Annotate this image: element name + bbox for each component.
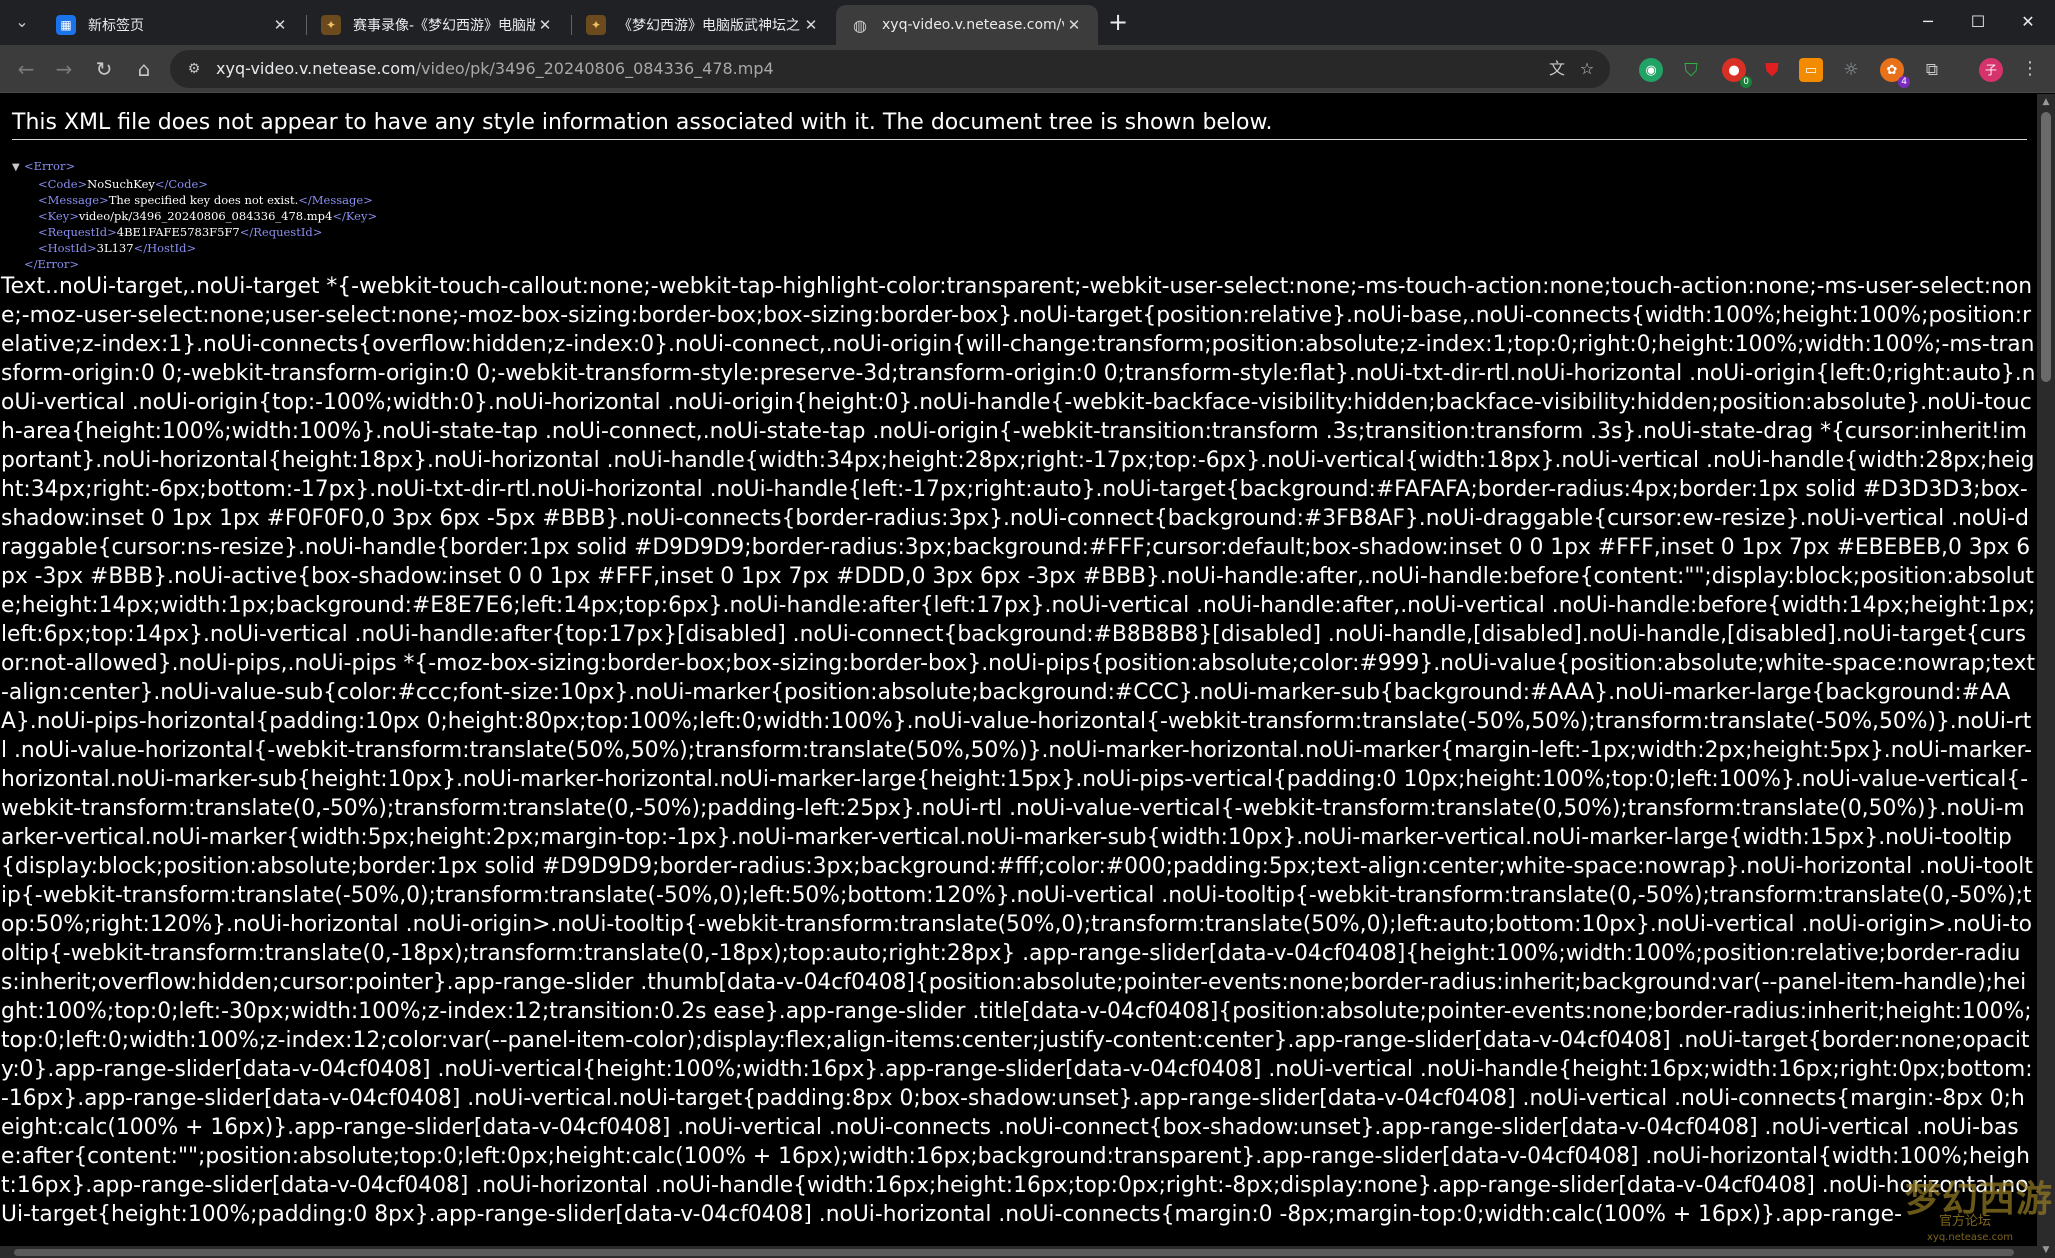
browser-toolbar: ← → ↻ ⌂ ⚙ xyq-video.v.netease.com/video/…	[0, 45, 2055, 93]
puzzle-icon[interactable]: ⧉	[1920, 58, 1944, 82]
adblock-extension-icon[interactable]: ⛊	[1760, 58, 1784, 82]
vertical-scroll-thumb[interactable]	[2041, 112, 2051, 382]
page-content: This XML file does not appear to have an…	[0, 94, 2037, 1258]
shield-extension-icon[interactable]: ⛉	[1679, 58, 1703, 82]
xml-node-message: <Message>The specified key does not exis…	[38, 193, 373, 207]
extension-badge: 0	[1740, 76, 1752, 88]
watermark-url: xyq.netease.com	[1927, 1232, 2013, 1243]
tab-title: 《梦幻西游》电脑版武神坛之战	[618, 18, 801, 34]
menghuan-icon: ✦	[586, 15, 606, 35]
close-icon[interactable]: ✕	[535, 15, 555, 35]
injected-css-text: Text..noUi-target,.noUi-target *{-webkit…	[1, 274, 2036, 1227]
tab-new-tab[interactable]: ▦ 新标签页 ✕	[42, 5, 304, 45]
watermark-subtitle: 官方论坛	[1939, 1214, 1992, 1229]
xml-document-tree: ▼ <Error> <Code>NoSuchKey</Code> <Message…	[12, 158, 377, 272]
more-menu-icon[interactable]: ⋮	[2020, 57, 2040, 81]
close-icon[interactable]: ✕	[1064, 15, 1084, 35]
forward-icon[interactable]: →	[50, 57, 78, 81]
url-host: xyq-video.v.netease.com	[216, 59, 416, 78]
tab-wushentan[interactable]: ✦ 《梦幻西游》电脑版武神坛之战 ✕	[572, 5, 835, 45]
orange-extension-icon[interactable]: ▭	[1799, 58, 1823, 82]
address-bar-url[interactable]: xyq-video.v.netease.com/video/pk/3496_20…	[216, 50, 774, 88]
new-tab-button[interactable]: +	[1103, 10, 1133, 36]
new-tab-icon: ▦	[56, 15, 76, 35]
scroll-down-icon[interactable]: ▼	[2037, 1242, 2055, 1258]
vertical-scrollbar[interactable]: ▲ ▼	[2037, 94, 2055, 1258]
tab-title: 赛事录像-《梦幻西游》电脑版	[353, 18, 535, 34]
window-close-icon[interactable]: ✕	[2008, 8, 2048, 36]
globe-icon: ◍	[853, 15, 867, 35]
bulb-extension-icon[interactable]: ☼	[1839, 58, 1863, 82]
xml-node-key: <Key>video/pk/3496_20240806_084336_478.m…	[38, 209, 378, 223]
url-path: /video/pk/3496_20240806_084336_478.mp4	[415, 59, 774, 78]
forum-watermark: 梦幻西游 官方论坛 xyq.netease.com	[1905, 1170, 2052, 1254]
horizontal-scrollbar[interactable]	[0, 1246, 2037, 1258]
home-icon[interactable]: ⌂	[130, 57, 158, 81]
minimize-icon[interactable]: ─	[1908, 8, 1948, 36]
tab-match-replay[interactable]: ✦ 赛事录像-《梦幻西游》电脑版 ✕	[307, 5, 569, 45]
reload-icon[interactable]: ↻	[90, 57, 118, 81]
translate-icon[interactable]: 文	[1546, 59, 1568, 79]
scroll-up-icon[interactable]: ▲	[2037, 94, 2055, 110]
maximize-icon[interactable]: ☐	[1958, 8, 1998, 36]
tab-search-chevron-icon[interactable]: ⌄	[8, 10, 36, 34]
xml-style-notice: This XML file does not appear to have an…	[12, 110, 2027, 140]
bookmark-star-icon[interactable]: ☆	[1576, 59, 1598, 79]
horizontal-scroll-thumb[interactable]	[14, 1249, 2014, 1256]
colorful-extension-icon[interactable]: ✿ 4	[1880, 58, 1910, 88]
address-bar[interactable]: ⚙ xyq-video.v.netease.com/video/pk/3496_…	[170, 50, 1610, 88]
close-icon[interactable]: ✕	[801, 15, 821, 35]
close-icon[interactable]: ✕	[270, 15, 290, 35]
collapse-triangle-icon[interactable]: ▼	[12, 160, 24, 176]
tab-title: xyq-video.v.netease.com/video	[882, 17, 1064, 33]
red-extension-icon[interactable]: ● 0	[1722, 58, 1752, 88]
extension-badge: 4	[1898, 76, 1910, 88]
tab-title: 新标签页	[88, 18, 144, 34]
menghuan-icon: ✦	[321, 15, 341, 35]
xml-node-code: <Code>NoSuchKey</Code>	[38, 177, 208, 191]
xml-node-requestid: <RequestId>4BE1FAFE5783F5F7</RequestId>	[38, 225, 323, 239]
avatar[interactable]: 子	[1979, 58, 2003, 82]
tab-strip: ⌄ ▦ 新标签页 ✕ ✦ 赛事录像-《梦幻西游》电脑版 ✕ ✦ 《梦幻西游》电脑…	[0, 0, 2055, 45]
back-icon[interactable]: ←	[12, 57, 40, 81]
site-info-icon[interactable]: ⚙	[184, 59, 204, 79]
xml-node-hostid: <HostId>3L137</HostId>	[38, 241, 197, 255]
xml-root-close-tag: </Error>	[24, 257, 79, 271]
xml-root-open-tag: <Error>	[24, 159, 76, 173]
green-extension-icon[interactable]: ◉	[1639, 58, 1663, 82]
tab-xyq-video[interactable]: ◍ xyq-video.v.netease.com/video ✕	[836, 5, 1098, 45]
